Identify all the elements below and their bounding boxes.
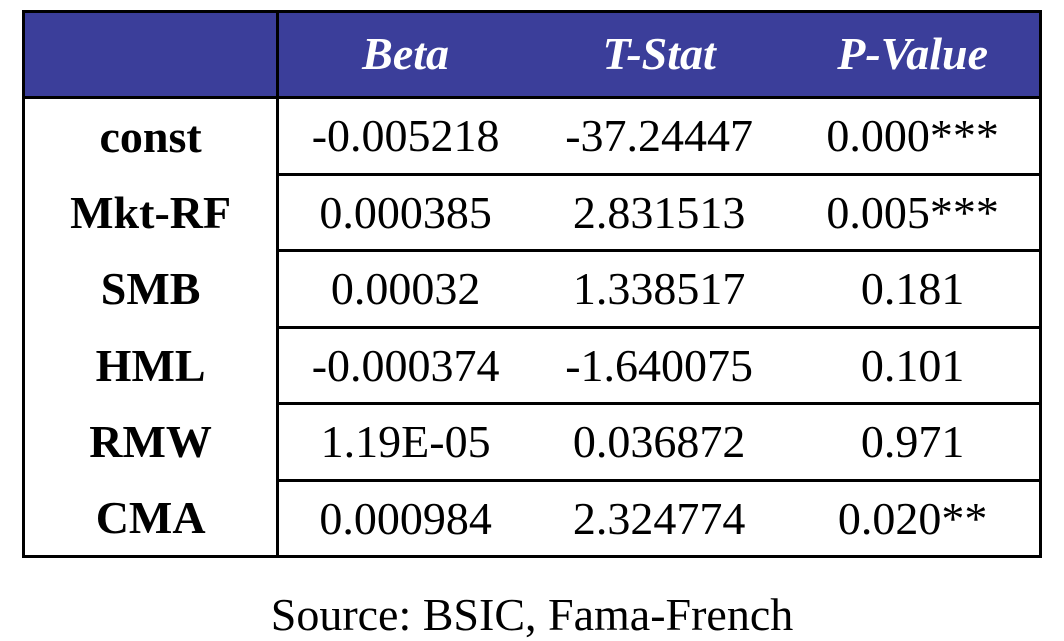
cell-tstat: 1.338517 xyxy=(532,251,786,328)
row-label: Mkt-RF xyxy=(24,174,278,251)
regression-table: Beta T-Stat P-Value const -0.005218 -37.… xyxy=(22,10,1042,558)
row-label: CMA xyxy=(24,480,278,557)
source-caption: Source: BSIC, Fama-French xyxy=(22,588,1042,641)
table-container: Beta T-Stat P-Value const -0.005218 -37.… xyxy=(0,0,1064,641)
table-header-row: Beta T-Stat P-Value xyxy=(24,12,1041,98)
cell-beta: -0.005218 xyxy=(278,98,532,175)
cell-pvalue: 0.020** xyxy=(786,480,1040,557)
row-label: const xyxy=(24,98,278,175)
cell-pvalue: 0.005*** xyxy=(786,174,1040,251)
cell-pvalue: 0.971 xyxy=(786,404,1040,481)
table-row: HML -0.000374 -1.640075 0.101 xyxy=(24,327,1041,404)
cell-beta: 1.19E-05 xyxy=(278,404,532,481)
row-label: RMW xyxy=(24,404,278,481)
cell-pvalue: 0.000*** xyxy=(786,98,1040,175)
cell-tstat: 2.324774 xyxy=(532,480,786,557)
col-header-beta: Beta xyxy=(278,12,532,98)
col-header-pvalue: P-Value xyxy=(786,12,1040,98)
cell-beta: 0.000984 xyxy=(278,480,532,557)
cell-pvalue: 0.181 xyxy=(786,251,1040,328)
cell-beta: 0.00032 xyxy=(278,251,532,328)
table-row: CMA 0.000984 2.324774 0.020** xyxy=(24,480,1041,557)
col-header-tstat: T-Stat xyxy=(532,12,786,98)
cell-beta: -0.000374 xyxy=(278,327,532,404)
table-row: RMW 1.19E-05 0.036872 0.971 xyxy=(24,404,1041,481)
cell-pvalue: 0.101 xyxy=(786,327,1040,404)
table-row: const -0.005218 -37.24447 0.000*** xyxy=(24,98,1041,175)
col-header-blank xyxy=(24,12,278,98)
row-label: HML xyxy=(24,327,278,404)
cell-tstat: 0.036872 xyxy=(532,404,786,481)
cell-beta: 0.000385 xyxy=(278,174,532,251)
cell-tstat: -37.24447 xyxy=(532,98,786,175)
table-row: Mkt-RF 0.000385 2.831513 0.005*** xyxy=(24,174,1041,251)
cell-tstat: 2.831513 xyxy=(532,174,786,251)
cell-tstat: -1.640075 xyxy=(532,327,786,404)
row-label: SMB xyxy=(24,251,278,328)
table-row: SMB 0.00032 1.338517 0.181 xyxy=(24,251,1041,328)
